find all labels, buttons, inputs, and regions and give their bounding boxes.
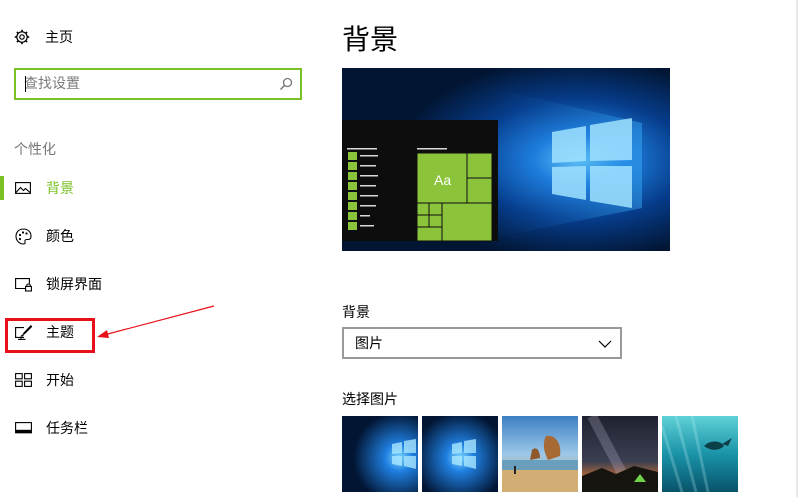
sidebar-item-label: 锁屏界面: [46, 277, 102, 293]
sidebar-item-colors[interactable]: 颜色: [0, 216, 320, 256]
sidebar-item-label: 颜色: [46, 229, 74, 245]
page-title: 背景: [342, 23, 399, 56]
text-caret: [25, 76, 26, 92]
picture-thumbnails: [342, 416, 738, 492]
choose-picture-label: 选择图片: [342, 392, 398, 408]
lock-screen-icon: [14, 275, 32, 293]
group-title: 个性化: [14, 142, 56, 158]
taskbar-icon: [14, 419, 32, 437]
palette-icon: [14, 227, 32, 245]
sidebar-item-label: 任务栏: [46, 421, 88, 437]
picture-icon: [14, 179, 32, 197]
selection-indicator: [0, 176, 4, 200]
home-label: 主页: [45, 30, 73, 46]
sidebar-item-label: 开始: [46, 373, 74, 389]
sidebar-item-start[interactable]: 开始: [0, 360, 320, 400]
gear-icon: [14, 29, 30, 45]
search-box: [14, 68, 302, 100]
background-type-label: 背景: [342, 305, 370, 321]
sidebar-item-lock-screen[interactable]: 锁屏界面: [0, 264, 320, 304]
chevron-down-icon: [598, 337, 612, 353]
thumbnail-night-sky-tent[interactable]: [582, 416, 658, 492]
search-input[interactable]: [16, 70, 272, 98]
desktop-preview-image: [342, 68, 670, 251]
sidebar-item-background[interactable]: 背景: [0, 168, 320, 208]
dropdown-selected-value: 图片: [355, 336, 383, 352]
thumbnail-windows-hero-1[interactable]: [342, 416, 418, 492]
settings-sidebar: 主页 个性化 背景: [0, 0, 320, 497]
start-icon: [14, 371, 32, 389]
background-type-dropdown[interactable]: 图片: [342, 327, 622, 359]
search-icon[interactable]: [272, 70, 300, 98]
home-link[interactable]: 主页: [14, 27, 73, 47]
thumbnail-beach-rocks[interactable]: [502, 416, 578, 492]
sidebar-item-taskbar[interactable]: 任务栏: [0, 408, 320, 448]
preview-tile-label: Aa: [434, 172, 452, 188]
thumbnail-windows-hero-2[interactable]: [422, 416, 498, 492]
sidebar-item-label: 背景: [46, 181, 74, 197]
background-preview: Aa: [342, 68, 670, 251]
thumbnail-underwater-swimmer[interactable]: [662, 416, 738, 492]
annotation-highlight-box: [5, 318, 95, 353]
